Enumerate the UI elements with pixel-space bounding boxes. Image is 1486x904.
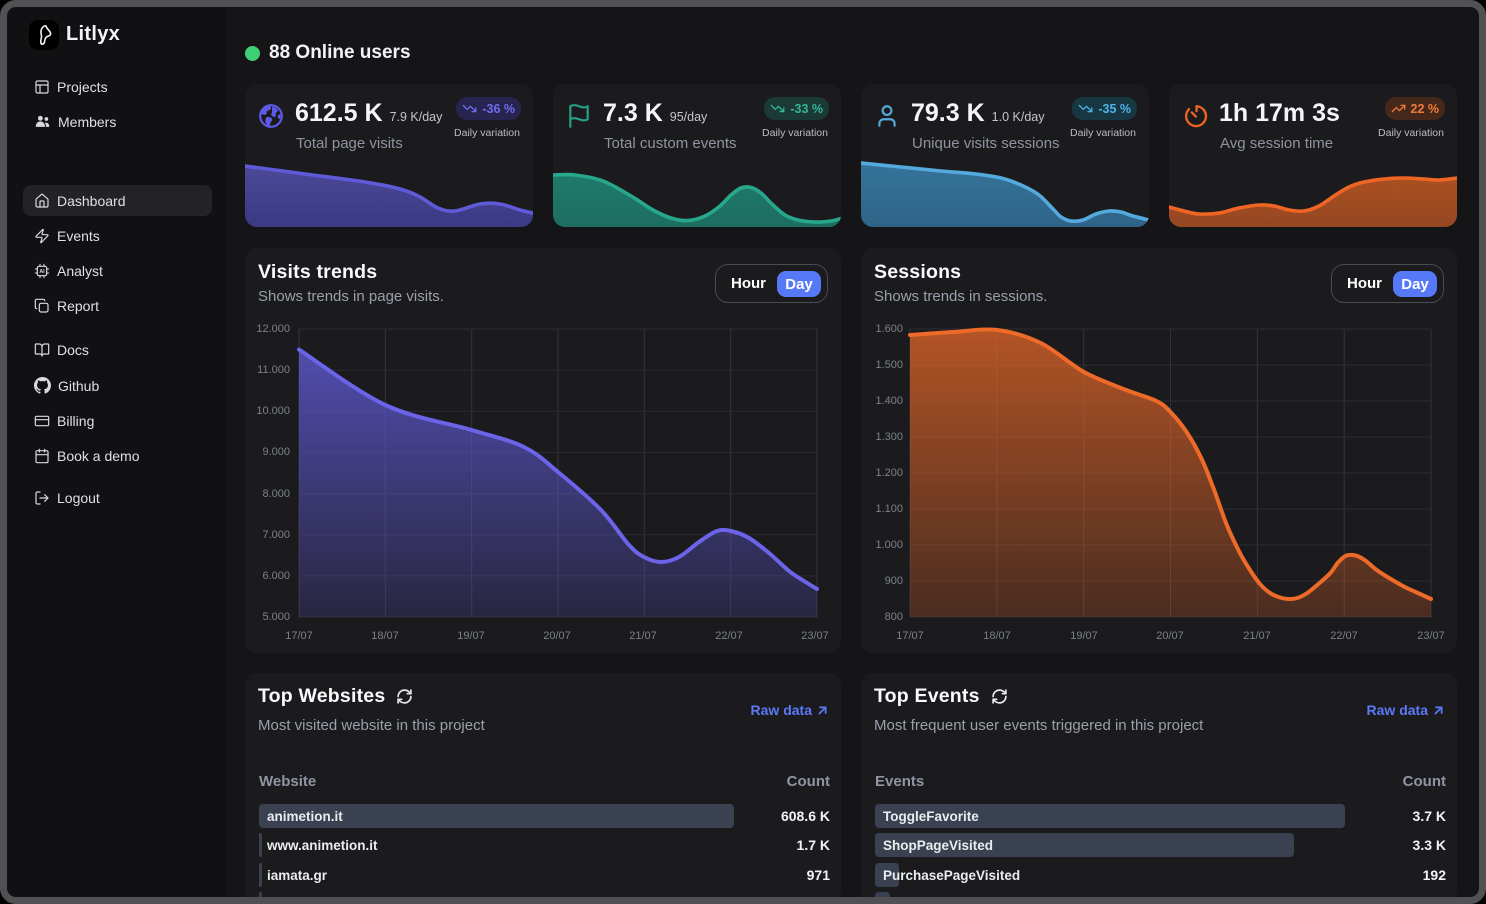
- svg-text:AI: AI: [39, 269, 45, 275]
